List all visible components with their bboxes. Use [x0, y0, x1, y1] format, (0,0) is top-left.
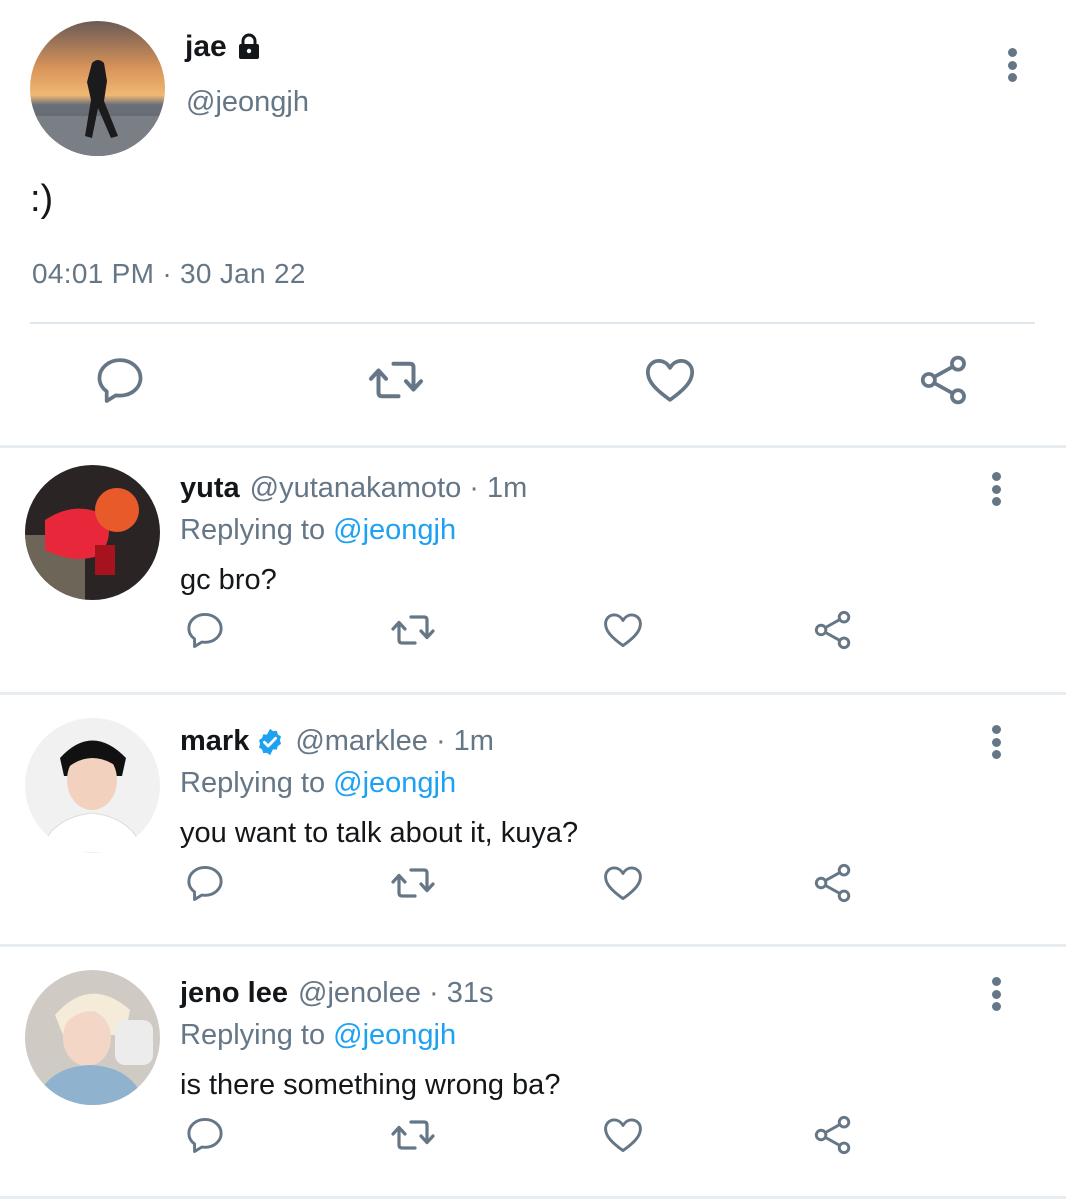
reply-header: jeno lee @jenolee · 31s — [180, 977, 494, 1010]
avatar[interactable] — [25, 970, 160, 1105]
heart-icon[interactable] — [640, 350, 700, 410]
more-vertical-icon[interactable] — [991, 977, 1001, 1011]
tweet-timestamp[interactable]: 04:01 PM · 30 Jan 22 — [32, 258, 306, 290]
share-icon[interactable] — [808, 1110, 858, 1160]
replying-to: Replying to @jeongjh — [180, 1019, 456, 1052]
author-name[interactable]: jae — [185, 30, 227, 64]
share-icon[interactable] — [914, 350, 974, 410]
more-vertical-icon[interactable] — [991, 725, 1001, 759]
author-name[interactable]: jeno lee — [180, 977, 288, 1010]
reply-icon[interactable] — [180, 605, 230, 655]
replying-to: Replying to @jeongjh — [180, 767, 456, 800]
author-name[interactable]: yuta — [180, 472, 240, 505]
verified-badge-icon — [255, 727, 285, 757]
divider — [0, 445, 1066, 448]
divider — [30, 322, 1035, 324]
reply-text: you want to talk about it, kuya? — [180, 817, 579, 849]
reply-tweet[interactable]: mark @marklee · 1m Replying to @jeongjh … — [0, 703, 1066, 951]
lock-icon — [235, 32, 263, 62]
reply-tweet[interactable]: yuta @yutanakamoto · 1m Replying to @jeo… — [0, 450, 1066, 698]
divider — [0, 692, 1066, 695]
author-handle[interactable]: @jeongjh — [186, 86, 309, 119]
heart-icon[interactable] — [598, 605, 648, 655]
replying-to: Replying to @jeongjh — [180, 514, 456, 547]
action-bar — [0, 350, 1066, 420]
more-vertical-icon[interactable] — [991, 472, 1001, 506]
divider — [0, 944, 1066, 947]
share-icon[interactable] — [808, 858, 858, 908]
avatar[interactable] — [25, 465, 160, 600]
action-bar — [0, 858, 1066, 918]
retweet-icon[interactable] — [388, 605, 438, 655]
mention-link[interactable]: @jeongjh — [333, 1019, 456, 1051]
reply-tweet[interactable]: jeno lee @jenolee · 31s Replying to @jeo… — [0, 955, 1066, 1200]
tweet-text: :) — [30, 178, 54, 220]
reply-icon[interactable] — [90, 350, 150, 410]
author-meta: @yutanakamoto · 1m — [249, 472, 528, 504]
action-bar — [0, 605, 1066, 665]
reply-icon[interactable] — [180, 858, 230, 908]
reply-text: is there something wrong ba? — [180, 1069, 561, 1101]
avatar[interactable] — [30, 21, 165, 156]
main-tweet: jae @jeongjh :) 04:01 PM · 30 Jan 22 — [0, 0, 1066, 447]
author-row: jae — [185, 30, 263, 64]
heart-icon[interactable] — [598, 1110, 648, 1160]
reply-header: yuta @yutanakamoto · 1m — [180, 472, 527, 505]
share-icon[interactable] — [808, 605, 858, 655]
retweet-icon[interactable] — [366, 350, 426, 410]
heart-icon[interactable] — [598, 858, 648, 908]
reply-icon[interactable] — [180, 1110, 230, 1160]
reply-header: mark @marklee · 1m — [180, 725, 494, 758]
replying-label: Replying to — [180, 514, 334, 546]
author-meta: @marklee · 1m — [295, 725, 494, 757]
author-meta: @jenolee · 31s — [298, 977, 494, 1009]
retweet-icon[interactable] — [388, 1110, 438, 1160]
author-name[interactable]: mark — [180, 725, 249, 758]
more-vertical-icon[interactable] — [1007, 48, 1017, 82]
mention-link[interactable]: @jeongjh — [333, 514, 456, 546]
replying-label: Replying to — [180, 1019, 334, 1051]
avatar[interactable] — [25, 718, 160, 853]
replying-label: Replying to — [180, 767, 334, 799]
action-bar — [0, 1110, 1066, 1170]
retweet-icon[interactable] — [388, 858, 438, 908]
mention-link[interactable]: @jeongjh — [333, 767, 456, 799]
divider — [0, 1196, 1066, 1199]
reply-text: gc bro? — [180, 564, 277, 596]
